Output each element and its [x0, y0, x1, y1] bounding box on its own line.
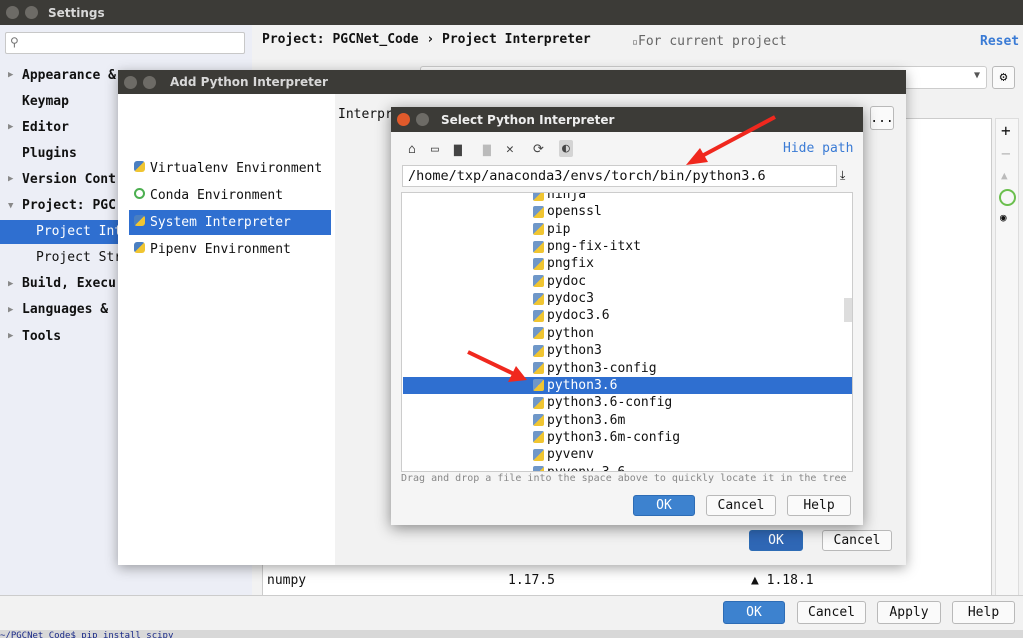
arrow-to-python36: [467, 350, 527, 382]
annotation-arrows: [467, 115, 776, 382]
arrow-to-path: [686, 115, 776, 165]
